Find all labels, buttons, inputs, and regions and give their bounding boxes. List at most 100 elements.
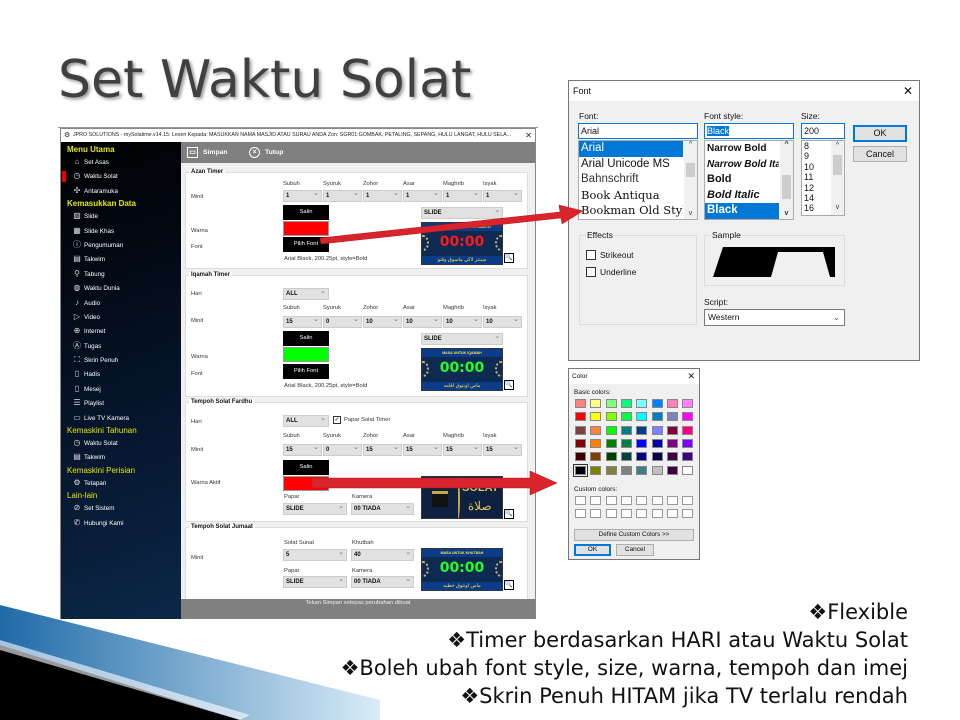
close-icon[interactable]: ✕ [903,81,913,101]
azan-maghrib-dropdown[interactable]: 1 [443,189,482,202]
basic-color-swatch[interactable] [575,438,586,448]
custom-color-swatch[interactable] [605,496,617,505]
basic-color-swatch[interactable] [636,438,648,448]
iqamah-isyak-dropdown[interactable]: 10 [483,315,522,328]
basic-color-swatch[interactable] [605,425,617,435]
sidebar-item-mesej[interactable]: ▯ Mesej [61,382,181,396]
font-option[interactable]: Arial Unicode MS [579,157,683,173]
sidebar-item-tugas[interactable]: Ⓐ Tugas [61,339,181,353]
basic-color-swatch[interactable] [682,412,694,422]
basic-color-swatch[interactable] [605,465,617,475]
iqamah-copy-button[interactable]: Salin [283,331,329,346]
custom-color-swatch[interactable] [682,509,694,519]
sidebar-item-set-asas[interactable]: ⌂ Set Asas [61,155,181,169]
custom-color-swatch[interactable] [590,509,602,519]
font-name-input[interactable]: Arial [578,123,698,139]
font-option[interactable]: Bookman Old Styl [579,203,683,219]
sidebar-item-playlist[interactable]: ☰ Playlist [61,396,181,410]
size-list-scrollbar[interactable]: ^ v [831,141,844,215]
define-custom-colors-button[interactable]: Define Custom Colors >> [574,529,694,541]
sidebar-item-waktu-solat[interactable]: ◷ Waktu Solat [61,436,181,450]
ok-button[interactable]: OK [853,125,907,142]
cancel-button[interactable]: Cancel [853,146,907,162]
window-close-button[interactable]: ✕ [522,129,532,142]
script-select[interactable]: Western ⌄ [704,309,845,326]
basic-color-swatch[interactable] [651,399,663,408]
custom-color-swatch[interactable] [590,496,602,505]
custom-color-swatch[interactable] [620,509,632,519]
magnifier-icon[interactable]: 🔍 [504,380,514,390]
color-cancel-button[interactable]: Cancel [616,544,654,556]
font-option[interactable]: Book Antiqua [579,188,683,204]
fardhu-day-dropdown[interactable]: ALL [283,414,329,427]
iqamah-zohor-dropdown[interactable]: 10 [363,315,402,328]
font-style-input[interactable]: Black [704,123,794,139]
sunat-minutes-dropdown[interactable]: 5 [283,548,347,561]
magnifier-icon[interactable]: 🔍 [504,509,514,519]
basic-color-swatch[interactable] [666,412,678,422]
iqamah-maghrib-dropdown[interactable]: 10 [443,315,482,328]
sidebar-item-slide[interactable]: ▨ Slide [61,209,181,223]
sidebar-item-tetapan[interactable]: ⚙ Tetapan [61,476,181,490]
basic-color-swatch[interactable] [636,465,648,475]
basic-color-swatch[interactable] [620,438,632,448]
font-list[interactable]: Arial Arial Unicode MS Bahnschrift Book … [578,140,698,220]
basic-color-swatch[interactable] [682,425,694,435]
custom-color-swatch[interactable] [636,509,648,519]
basic-color-swatch[interactable] [636,452,648,462]
style-option[interactable]: Bold [705,172,779,188]
basic-color-swatch[interactable] [605,452,617,462]
custom-color-swatch[interactable] [651,496,663,505]
basic-color-swatch[interactable] [590,465,602,475]
basic-color-swatch[interactable] [590,452,602,462]
font-option[interactable]: Bahnschrift [579,172,683,188]
azan-isyak-dropdown[interactable]: 1 [483,189,522,202]
fardhu-active-color-swatch[interactable] [283,476,329,491]
fardhu-isyak-dropdown[interactable]: 15 [483,443,522,456]
show-timer-checkbox[interactable]: ✓ [333,416,341,424]
fardhu-camera-dropdown[interactable]: 00 TIADA [351,502,414,515]
basic-color-swatch[interactable] [651,412,663,422]
sidebar-item-set-sistem[interactable]: ⊘ Set Sistem [61,501,181,515]
iqamah-color-swatch[interactable] [283,347,329,362]
basic-color-swatch[interactable] [590,399,602,408]
custom-color-swatch[interactable] [651,509,663,519]
style-option[interactable]: Black [705,203,779,219]
style-list-scrollbar[interactable]: ^ v [780,141,793,219]
sidebar-item-takwim[interactable]: ▤ Takwim [61,450,181,464]
iqamah-syuruk-dropdown[interactable]: 0 [323,315,362,328]
basic-color-swatch[interactable] [605,399,617,408]
iqamah-subuh-dropdown[interactable]: 15 [283,315,322,328]
sidebar-item-tabung[interactable]: ⚲ Tabung [61,267,181,281]
font-style-list[interactable]: Narrow Bold Narrow Bold Itali Bold Bold … [704,140,794,220]
basic-color-swatch[interactable] [666,399,678,408]
iqamah-asar-dropdown[interactable]: 10 [403,315,442,328]
color-ok-button[interactable]: OK [574,544,611,556]
style-option[interactable]: Narrow Bold [705,141,779,157]
basic-color-swatch[interactable] [620,465,632,475]
azan-subuh-dropdown[interactable]: 1 [283,189,322,202]
basic-color-swatch[interactable] [590,425,602,435]
sidebar-item-audio[interactable]: ♪ Audio [61,296,181,310]
basic-color-swatch[interactable] [620,412,632,422]
basic-color-swatch[interactable] [575,412,586,422]
basic-color-swatch[interactable] [636,412,648,422]
sidebar-item-hadis[interactable]: ▯ Hadis [61,367,181,381]
sidebar-item-waktu-solat[interactable]: ◷ Waktu Solat [61,169,181,183]
basic-color-swatch[interactable] [666,465,678,475]
custom-color-swatch[interactable] [636,496,648,505]
basic-color-swatch[interactable] [682,399,694,408]
sidebar-item-skrin-penuh[interactable]: ⛶ Skrin Penuh [61,353,181,367]
sidebar-item-live-tv-kamera[interactable]: ▭ Live TV Kamera [61,411,181,425]
sidebar-item-pengumuman[interactable]: ⓘ Pengumuman [61,238,181,252]
close-button[interactable]: × Tutup [249,146,283,159]
style-option[interactable]: Bold Italic [705,188,779,204]
custom-color-swatch[interactable] [666,509,678,519]
sidebar-item-takwim[interactable]: ▤ Takwim [61,252,181,266]
basic-color-swatch[interactable] [651,425,663,435]
basic-color-swatch[interactable] [682,465,694,475]
basic-color-swatch[interactable] [590,438,602,448]
iqamah-display-dropdown[interactable]: SLIDE [421,332,503,345]
basic-color-swatch[interactable] [682,452,694,462]
magnifier-icon[interactable]: 🔍 [504,580,514,590]
